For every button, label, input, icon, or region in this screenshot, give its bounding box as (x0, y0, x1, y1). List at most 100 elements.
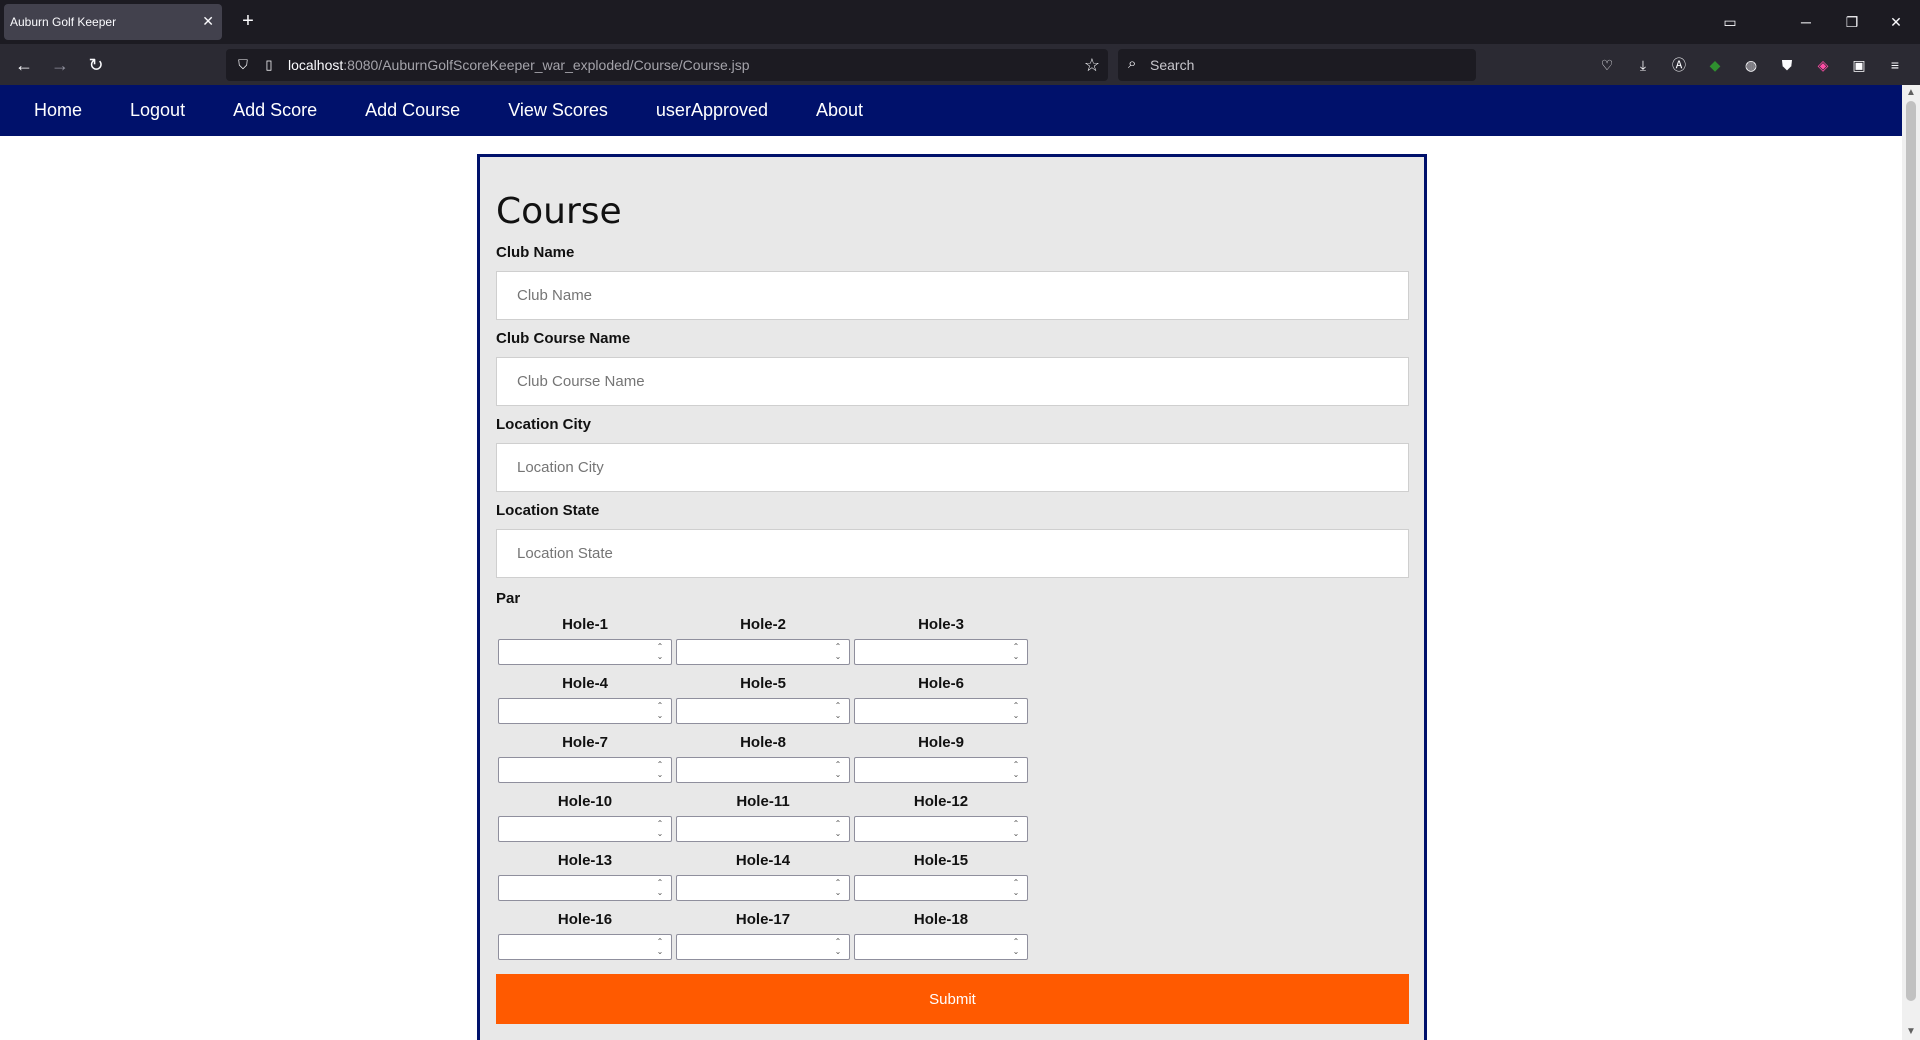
page-scrollbar[interactable]: ▲ ▼ (1902, 85, 1920, 1040)
spinner-icon[interactable]: ⌃ ⌄ (655, 878, 665, 898)
extension-icon[interactable]: ⛊ (1776, 54, 1798, 76)
hole-label: Hole-11 (736, 793, 790, 810)
hole-par-field: ⌃ ⌄ (676, 698, 850, 724)
par-hole-13: Hole-13 ⌃ ⌄ (496, 851, 674, 910)
spinner-icon[interactable]: ⌃ ⌄ (833, 937, 843, 957)
location-city-input[interactable] (496, 443, 1409, 492)
account-icon[interactable]: Ⓐ (1668, 54, 1690, 76)
shield-icon[interactable]: ⛉ (234, 56, 252, 74)
hole-par-input[interactable] (499, 817, 671, 841)
nav-logout[interactable]: Logout (106, 85, 209, 136)
spinner-icon[interactable]: ⌃ ⌄ (655, 819, 665, 839)
nav-about[interactable]: About (792, 85, 887, 136)
url-bar[interactable]: ⛉ ▯ localhost:8080/AuburnGolfScoreKeeper… (226, 49, 1108, 81)
hole-par-input[interactable] (499, 699, 671, 723)
hole-par-input[interactable] (855, 817, 1027, 841)
hole-par-input[interactable] (677, 640, 849, 664)
page-icon[interactable]: ▯ (260, 56, 278, 74)
nav-view-scores[interactable]: View Scores (484, 85, 632, 136)
menu-icon[interactable]: ≡ (1884, 54, 1906, 76)
spinner-icon[interactable]: ⌃ ⌄ (833, 819, 843, 839)
scroll-up-icon[interactable]: ▲ (1902, 85, 1920, 101)
tab-close-icon[interactable]: ✕ (202, 13, 214, 29)
restore-icon[interactable]: ❐ (1840, 10, 1864, 34)
extension-icon[interactable]: ▣ (1848, 54, 1870, 76)
pocket-icon[interactable]: ♡ (1596, 54, 1618, 76)
nav-home[interactable]: Home (10, 85, 106, 136)
par-hole-12: Hole-12 ⌃ ⌄ (852, 792, 1030, 851)
hole-label: Hole-15 (913, 852, 969, 869)
hole-par-input[interactable] (677, 699, 849, 723)
browser-search-placeholder: Search (1150, 57, 1195, 73)
hole-par-input[interactable] (677, 817, 849, 841)
spinner-icon[interactable]: ⌃ ⌄ (833, 760, 843, 780)
hole-par-field: ⌃ ⌄ (676, 816, 850, 842)
par-hole-14: Hole-14 ⌃ ⌄ (674, 851, 852, 910)
submit-button[interactable]: Submit (496, 974, 1409, 1024)
par-hole-4: Hole-4 ⌃ ⌄ (496, 674, 674, 733)
spinner-icon[interactable]: ⌃ ⌄ (1011, 760, 1021, 780)
nav-add-score[interactable]: Add Score (209, 85, 341, 136)
par-hole-3: Hole-3 ⌃ ⌄ (852, 615, 1030, 674)
spinner-icon[interactable]: ⌃ ⌄ (1011, 819, 1021, 839)
spinner-icon[interactable]: ⌃ ⌄ (655, 642, 665, 662)
spinner-icon[interactable]: ⌃ ⌄ (833, 878, 843, 898)
url-text[interactable]: localhost:8080/AuburnGolfScoreKeeper_war… (288, 57, 750, 73)
spinner-icon[interactable]: ⌃ ⌄ (1011, 642, 1021, 662)
hole-par-input[interactable] (855, 935, 1027, 959)
reload-icon[interactable]: ↻ (82, 51, 110, 79)
hole-par-field: ⌃ ⌄ (676, 639, 850, 665)
star-icon[interactable]: ☆ (1084, 55, 1100, 75)
spinner-icon[interactable]: ⌃ ⌄ (1011, 937, 1021, 957)
par-hole-11: Hole-11 ⌃ ⌄ (674, 792, 852, 851)
hole-par-input[interactable] (499, 640, 671, 664)
spinner-icon[interactable]: ⌃ ⌄ (655, 937, 665, 957)
nav-user-approved[interactable]: userApproved (632, 85, 792, 136)
hole-par-input[interactable] (855, 640, 1027, 664)
par-hole-2: Hole-2 ⌃ ⌄ (674, 615, 852, 674)
hole-par-input[interactable] (677, 935, 849, 959)
hole-par-field: ⌃ ⌄ (498, 934, 672, 960)
hole-par-input[interactable] (499, 935, 671, 959)
browser-search-bar[interactable]: ⌕ Search (1118, 49, 1476, 81)
hole-par-input[interactable] (677, 876, 849, 900)
download-icon[interactable]: ⤓ (1632, 54, 1654, 76)
new-tab-button[interactable]: + (236, 10, 260, 34)
spinner-icon[interactable]: ⌃ ⌄ (833, 642, 843, 662)
club-course-name-input[interactable] (496, 357, 1409, 406)
hole-par-field: ⌃ ⌄ (498, 757, 672, 783)
par-hole-7: Hole-7 ⌃ ⌄ (496, 733, 674, 792)
hole-par-input[interactable] (855, 699, 1027, 723)
course-form-card: Course Club Name Club Course Name Locati… (477, 154, 1427, 1040)
hole-par-input[interactable] (499, 758, 671, 782)
spinner-icon[interactable]: ⌃ ⌄ (1011, 701, 1021, 721)
location-state-input[interactable] (496, 529, 1409, 578)
close-window-icon[interactable]: ✕ (1884, 10, 1908, 34)
pip-icon[interactable]: ▭ (1718, 10, 1742, 34)
club-course-name-label: Club Course Name (496, 330, 631, 347)
forward-icon[interactable]: → (46, 51, 74, 79)
hole-par-field: ⌃ ⌄ (498, 816, 672, 842)
scroll-down-icon[interactable]: ▼ (1902, 1024, 1920, 1040)
minimize-icon[interactable]: ─ (1794, 10, 1818, 34)
spinner-icon[interactable]: ⌃ ⌄ (655, 760, 665, 780)
browser-tab[interactable]: Auburn Golf Keeper ✕ (4, 4, 222, 40)
spinner-icon[interactable]: ⌃ ⌄ (655, 701, 665, 721)
hole-par-input[interactable] (677, 758, 849, 782)
back-icon[interactable]: ← (10, 51, 38, 79)
spinner-icon[interactable]: ⌃ ⌄ (833, 701, 843, 721)
hole-par-input[interactable] (499, 876, 671, 900)
url-path: :8080/AuburnGolfScoreKeeper_war_exploded… (343, 57, 750, 73)
extension-icon[interactable]: ◍ (1740, 54, 1762, 76)
extension-icon[interactable]: ◆ (1704, 54, 1726, 76)
spinner-icon[interactable]: ⌃ ⌄ (1011, 878, 1021, 898)
club-name-input[interactable] (496, 271, 1409, 320)
extension-icon[interactable]: ◈ (1812, 54, 1834, 76)
hole-par-input[interactable] (855, 876, 1027, 900)
hole-par-field: ⌃ ⌄ (498, 875, 672, 901)
nav-add-course[interactable]: Add Course (341, 85, 484, 136)
hole-label: Hole-2 (740, 616, 786, 633)
page-viewport: Home Logout Add Score Add Course View Sc… (0, 85, 1920, 1040)
hole-par-input[interactable] (855, 758, 1027, 782)
scroll-thumb[interactable] (1906, 101, 1916, 1001)
